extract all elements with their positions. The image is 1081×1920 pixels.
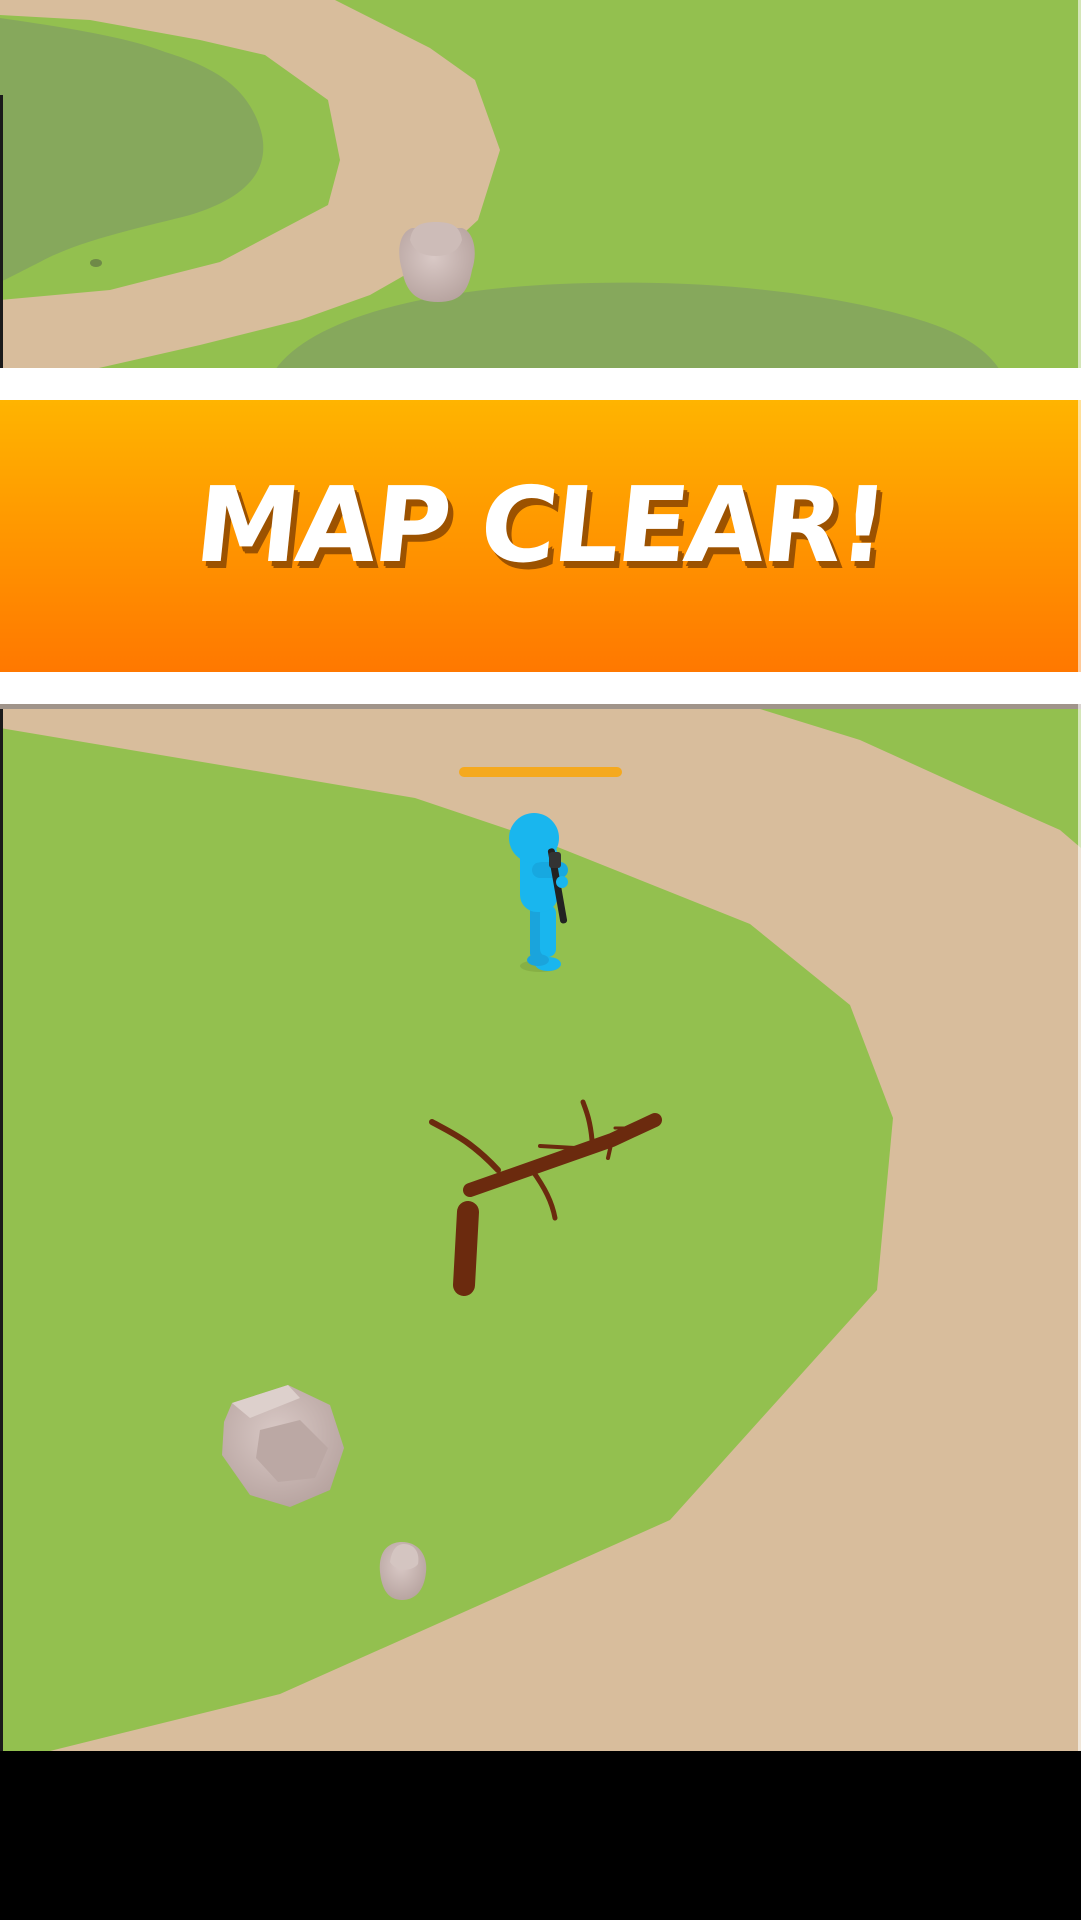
banner-stripe-bottom	[0, 672, 1081, 704]
map-clear-banner	[0, 368, 1081, 709]
game-scene	[0, 0, 1081, 1920]
rock-stack-upper	[399, 222, 475, 302]
bottom-bar	[0, 1751, 1081, 1920]
left-edge-shadow-lower	[0, 709, 3, 1751]
player-health-bar	[459, 767, 622, 777]
left-edge-shadow	[0, 95, 3, 370]
ground-speck	[90, 259, 102, 267]
rock-small	[379, 1542, 427, 1600]
banner-stripe-top	[0, 368, 1081, 400]
upper-map	[0, 0, 1081, 370]
banner-shadow-line	[0, 704, 1081, 709]
banner-background	[0, 400, 1081, 672]
